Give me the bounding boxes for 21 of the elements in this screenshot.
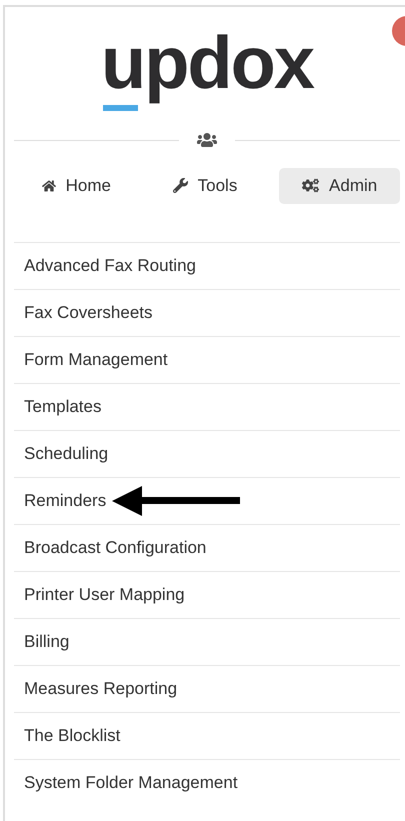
nav-tab[interactable]: Tools [140,168,270,204]
menu-item[interactable]: Reminders [14,477,400,524]
menu-item[interactable]: Measures Reporting [14,665,400,712]
home-icon [42,178,56,192]
gears-icon [302,177,320,194]
nav-tab[interactable]: Home [14,168,139,204]
menu-item[interactable]: Broadcast Configuration [14,524,400,571]
logo-underline [103,104,138,110]
menu-item[interactable]: System Folder Management [14,759,400,806]
logo: updox [101,22,313,104]
menu-item[interactable]: Fax Coversheets [14,289,400,336]
menu-item[interactable]: Printer User Mapping [14,571,400,618]
menu-item[interactable]: Scheduling [14,430,400,477]
nav-tab[interactable]: Admin [279,168,400,204]
menu-item[interactable]: Advanced Fax Routing [14,242,400,289]
menu-item[interactable]: Templates [14,383,400,430]
menu-item[interactable]: Billing [14,618,400,665]
menu-item[interactable]: The Blocklist [14,712,400,759]
wrench-icon [172,178,188,193]
menu-item[interactable]: Form Management [14,336,400,383]
users-icon [197,131,217,149]
